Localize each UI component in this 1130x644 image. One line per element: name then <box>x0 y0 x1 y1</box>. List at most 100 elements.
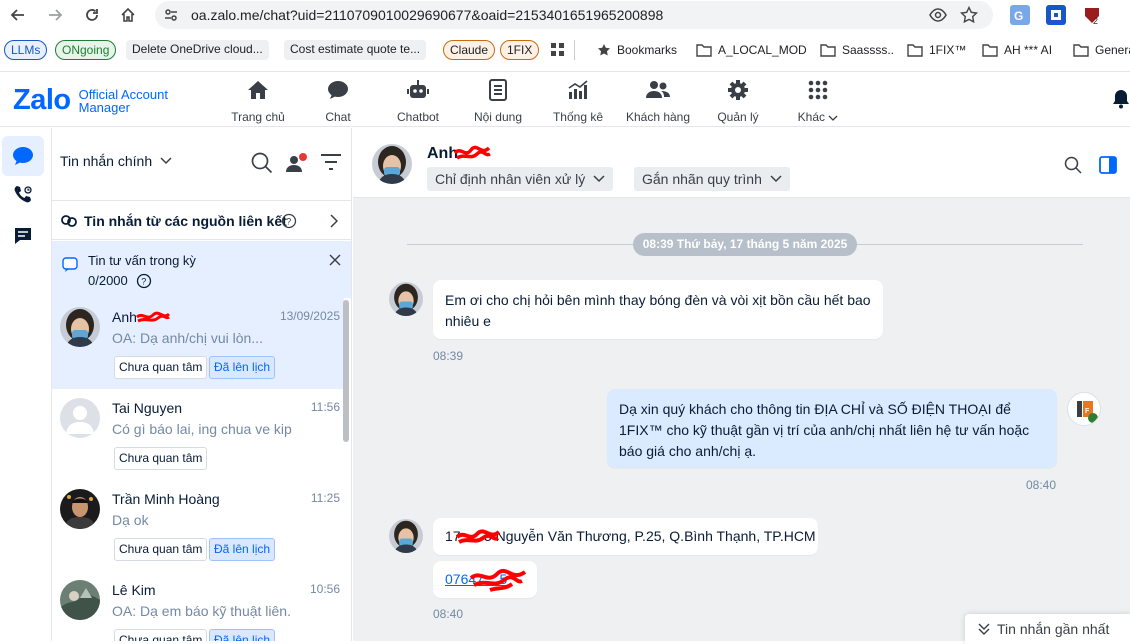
nav-chatbot[interactable]: Chatbot <box>378 78 458 124</box>
grid-icon <box>778 78 858 102</box>
nav-chat[interactable]: Chat <box>298 78 378 124</box>
folder-ah-ai[interactable]: AH *** AI <box>982 40 1052 60</box>
conversation-item[interactable]: Anh 13/09/2025 OA: Dạ anh/chị vui lòn...… <box>52 298 344 389</box>
back-icon[interactable] <box>8 5 28 25</box>
conversation-item[interactable]: Lê Kim 10:56 OA: Dạ em báo kỹ thuật liên… <box>52 571 344 641</box>
tag-not-interested[interactable]: Chưa quan tâm <box>114 538 208 561</box>
rail-messages[interactable] <box>2 136 44 176</box>
rail-calls[interactable] <box>2 175 44 215</box>
tag-not-interested[interactable]: Chưa quan tâm <box>114 629 208 641</box>
search-icon[interactable] <box>1064 156 1082 174</box>
conversation-item[interactable]: Tai Nguyen 11:56 Có gì báo lai, ing chua… <box>52 389 344 480</box>
folder-a-local-mod[interactable]: A_LOCAL_MOD <box>696 40 807 60</box>
avatar <box>60 398 100 438</box>
message-time: 08:40 <box>433 607 464 621</box>
redaction-mark <box>456 529 500 544</box>
sidebar-toggle-icon[interactable] <box>1099 156 1117 174</box>
date-separator: 08:39 Thứ bảy, 17 tháng 5 năm 2025 <box>633 233 857 256</box>
bell-icon[interactable] <box>1112 89 1130 109</box>
message-bubble-oa[interactable]: Dạ xin quý khách cho thông tin ĐỊA CHỈ v… <box>607 389 1057 468</box>
contact-avatar[interactable] <box>372 144 412 184</box>
apps-grid-icon[interactable] <box>551 43 565 57</box>
address-bar[interactable]: oa.zalo.me/chat?uid=2110709010029690677&… <box>155 1 993 29</box>
bookmarks-folder[interactable]: Bookmarks <box>597 40 677 60</box>
chevron-right-icon <box>330 214 338 228</box>
assign-staff-dropdown[interactable]: Chỉ định nhân viên xử lý <box>427 167 614 191</box>
folder-icon <box>907 44 923 57</box>
sender-avatar[interactable] <box>389 519 423 553</box>
chevron-down-icon <box>160 157 172 165</box>
home-icon <box>218 78 298 102</box>
nav-content[interactable]: Nội dung <box>458 78 538 124</box>
reload-icon[interactable] <box>82 5 102 25</box>
left-rail <box>0 128 52 641</box>
message-bubble-icon <box>12 146 34 166</box>
comment-icon <box>14 227 32 245</box>
nav-customers[interactable]: Khách hàng <box>618 78 698 124</box>
chat-panel: Anh Chỉ định nhân viên xử lý Gắn nhãn qu… <box>353 128 1130 644</box>
conversation-list-scrollbar[interactable] <box>343 300 349 442</box>
folder-icon <box>1073 44 1089 57</box>
search-icon[interactable] <box>251 152 273 174</box>
tag-scheduled[interactable]: Đã lên lịch <box>209 356 276 379</box>
message-bubble[interactable]: Em ơi cho chị hỏi bên mình thay bóng đèn… <box>433 280 883 339</box>
add-friend-icon[interactable] <box>285 152 309 174</box>
bookmark-llms[interactable]: LLMs <box>4 40 48 60</box>
redaction-mark <box>470 568 526 592</box>
tag-not-interested[interactable]: Chưa quan tâm <box>114 447 208 470</box>
eye-icon[interactable] <box>929 6 947 24</box>
message-time: 08:40 <box>1026 478 1057 492</box>
consult-chat-icon <box>62 257 78 273</box>
process-label-dropdown[interactable]: Gắn nhãn quy trình <box>634 167 790 191</box>
nav-manage[interactable]: Quản lý <box>698 78 778 124</box>
document-icon <box>458 78 538 102</box>
svg-text:2: 2 <box>1093 16 1098 25</box>
chat-icon <box>298 78 378 102</box>
bookmark-delete-onedrive[interactable]: Delete OneDrive cloud... <box>126 40 269 60</box>
folder-general[interactable]: Genera <box>1073 40 1130 60</box>
folder-1fix[interactable]: 1FIX™ <box>907 40 966 60</box>
tag-not-interested[interactable]: Chưa quan tâm <box>114 356 208 379</box>
zalo-oa-logo[interactable]: Zalo Official Account Manager <box>13 84 168 117</box>
folder-icon <box>696 44 712 57</box>
gear-icon <box>698 78 778 102</box>
close-icon[interactable] <box>329 254 341 266</box>
help-circle-icon[interactable]: ? <box>136 273 152 289</box>
folder-saassss[interactable]: Saassss.. <box>820 40 894 60</box>
chevron-down-icon <box>828 115 838 121</box>
tag-scheduled[interactable]: Đã lên lịch <box>209 538 276 561</box>
extension-icon[interactable] <box>1046 5 1066 25</box>
conversation-list: Tin nhắn chính Tin nhắn từ các nguồn liê… <box>52 128 352 641</box>
robot-icon <box>378 78 458 102</box>
sender-avatar[interactable] <box>389 282 423 316</box>
nav-home[interactable]: Trang chủ <box>218 78 298 124</box>
bookmark-claude[interactable]: Claude <box>443 40 496 60</box>
rail-notes[interactable] <box>2 216 44 256</box>
double-chevron-down-icon <box>977 622 991 636</box>
redaction-mark <box>454 145 491 160</box>
forward-icon[interactable] <box>45 5 65 25</box>
users-icon <box>618 78 698 102</box>
svg-text:?: ? <box>141 277 146 287</box>
inbox-filter-dropdown[interactable]: Tin nhắn chính <box>60 153 172 169</box>
svg-text:F: F <box>1085 408 1090 415</box>
tag-scheduled[interactable]: Đã lên lịch <box>209 629 276 641</box>
bookmark-cost-estimate[interactable]: Cost estimate quote te... <box>284 40 427 60</box>
chat-header: Anh Chỉ định nhân viên xử lý Gắn nhãn qu… <box>353 128 1130 198</box>
help-circle-icon[interactable]: ? <box>281 213 297 229</box>
nav-more[interactable]: Khác <box>778 78 858 124</box>
shield-extension-icon[interactable]: 2 <box>1082 5 1102 25</box>
bookmark-star-icon[interactable] <box>960 6 978 24</box>
site-settings-icon[interactable] <box>163 7 179 23</box>
linked-sources-row[interactable]: Tin nhắn từ các nguồn liên kết ? <box>52 200 351 240</box>
latest-messages-button[interactable]: Tin nhắn gần nhất <box>965 614 1130 644</box>
home-page-icon[interactable] <box>118 5 138 25</box>
bookmark-1fix[interactable]: 1FIX <box>500 40 540 60</box>
oa-avatar[interactable]: F <box>1067 392 1101 426</box>
nav-stats[interactable]: Thống kê <box>538 78 618 124</box>
translate-extension-icon[interactable]: G <box>1010 5 1030 25</box>
filter-icon[interactable] <box>320 152 342 172</box>
conversation-item[interactable]: Trần Minh Hoàng 11:25 Dạ ok Chưa quan tâ… <box>52 480 344 571</box>
avatar <box>60 307 100 347</box>
bookmark-ongoing[interactable]: ONgoing <box>55 40 117 60</box>
